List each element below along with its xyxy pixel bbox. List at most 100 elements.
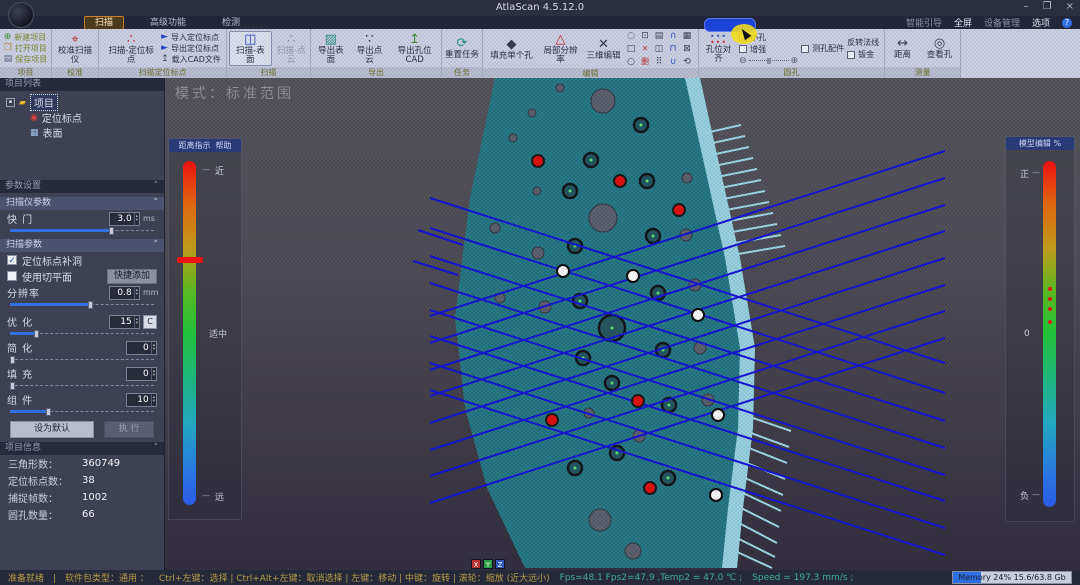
slider-thumb[interactable]	[46, 408, 51, 416]
mesh-tool-icon[interactable]: ▦	[681, 30, 694, 42]
edit-3d-button[interactable]: ✕三维编辑	[586, 38, 622, 61]
tree-collapse-icon[interactable]: ▪	[6, 98, 15, 107]
load-cad-button[interactable]: ↥载入CAD文件	[161, 55, 221, 65]
slider-thumb[interactable]	[109, 227, 114, 235]
refresh-button[interactable]: C	[143, 315, 157, 329]
tree-node-targets[interactable]: ◉ 定位标点	[30, 110, 164, 125]
scan-pointcloud-button[interactable]: ∴扫描-点云	[275, 33, 308, 65]
collapse-icon[interactable]: ˄	[154, 239, 159, 252]
simplify-slider[interactable]	[10, 356, 154, 364]
flip-tool-icon[interactable]: ◫	[653, 43, 666, 55]
execute-button[interactable]: 执 行	[104, 421, 154, 438]
spin-down-icon: ▾	[136, 322, 138, 326]
plane-tool-icon[interactable]: ▤	[653, 30, 666, 42]
open-project-button[interactable]: ❒打开项目	[4, 44, 48, 54]
axis-x-button[interactable]: X	[471, 559, 481, 569]
delete-text-icon[interactable]: 删	[639, 56, 652, 68]
distance-help-link[interactable]: 帮助	[216, 141, 232, 150]
project-icon: ▰	[19, 98, 26, 108]
menu-smart-guide[interactable]: 智能引导	[906, 16, 942, 29]
delete-selection-icon[interactable]: ✕	[639, 43, 652, 55]
menu-device-manager[interactable]: 设备管理	[984, 16, 1020, 29]
component-slider[interactable]	[10, 408, 154, 416]
tree-node-surface[interactable]: ▦ 表面	[30, 125, 164, 140]
local-resolution-button[interactable]: △局部分辨率	[539, 33, 583, 65]
axis-z-button[interactable]: Z	[495, 559, 505, 569]
cut-plane-checkbox[interactable]: 使用切平面 快捷添加	[0, 268, 164, 284]
lasso-select-icon[interactable]: ◌	[625, 30, 638, 42]
new-project-button[interactable]: ⊕新建项目	[4, 33, 48, 43]
bridge3-tool-icon[interactable]: ∪	[667, 56, 680, 68]
shutter-stepper[interactable]: 3.0 ▴▾	[109, 212, 140, 226]
hole-fitting-checkbox[interactable]: 测孔配件	[801, 43, 844, 54]
box-select-icon[interactable]: ⊡	[639, 30, 652, 42]
calibrate-scanner-button[interactable]: ⌖校准扫描仪	[54, 33, 96, 65]
resolution-stepper[interactable]: 0.8 ▴▾	[109, 286, 140, 300]
tab-scan[interactable]: 扫描	[84, 16, 124, 30]
clear-tool-icon[interactable]: ⊠	[681, 43, 694, 55]
axis-y-button[interactable]: Y	[483, 559, 493, 569]
sheet-metal-checkbox[interactable]: 钣金	[847, 49, 882, 60]
project-info-header[interactable]: 项目信息˄	[0, 442, 164, 455]
component-stepper[interactable]: 10 ▴▾	[126, 393, 157, 407]
shutter-slider[interactable]	[10, 227, 154, 235]
bridge2-tool-icon[interactable]: ⊓	[667, 43, 680, 55]
surface-hole	[509, 134, 517, 142]
export-pointcloud-button[interactable]: ∵导出点云	[352, 33, 388, 65]
scan-targets-button[interactable]: ∴扫描-定位标点	[104, 33, 158, 65]
export-targets-button[interactable]: ►导出定位标点	[161, 44, 221, 54]
reset-task-button[interactable]: ⟳重置任务	[444, 37, 480, 60]
slider-thumb[interactable]	[88, 301, 93, 309]
help-icon[interactable]: ?	[1062, 18, 1072, 28]
viewport-3d[interactable]: 模式：标准范围 距离指示 帮助 — 近 适中 — 远 模型编辑 % 正 — 0 …	[165, 78, 1080, 570]
save-project-button[interactable]: ▤保存项目	[4, 55, 48, 65]
tab-advanced[interactable]: 高级功能	[140, 17, 196, 29]
scan-params-header[interactable]: 扫描参数˄	[0, 239, 164, 252]
minimize-button[interactable]: –	[1024, 1, 1029, 13]
hole-align-button[interactable]: •••••• 孔位对齐	[701, 34, 736, 64]
menu-fullscreen[interactable]: 全屏	[954, 16, 972, 29]
minus-icon[interactable]: ⊖	[739, 56, 747, 66]
collapse-icon[interactable]: ˄	[154, 197, 159, 210]
bridge-tool-icon[interactable]: ∩	[667, 30, 680, 42]
scan-surface-button[interactable]: ◫扫描-表面	[229, 31, 272, 67]
menu-options[interactable]: 选项	[1032, 16, 1050, 29]
set-default-button[interactable]: 设为默认	[10, 421, 94, 438]
resolution-slider[interactable]	[10, 301, 154, 309]
fill-slider[interactable]	[10, 382, 154, 390]
rect-select-icon[interactable]: □	[625, 43, 638, 55]
quick-add-button[interactable]: 快捷添加	[107, 269, 157, 284]
slider-thumb[interactable]	[10, 356, 15, 364]
hole-size-slider[interactable]: ⊖ ⊕	[739, 56, 798, 66]
tree-node-project[interactable]: ▪ ▰ 项目	[6, 95, 164, 110]
params-header[interactable]: 参数设置˄	[0, 180, 164, 193]
tab-inspect[interactable]: 检测	[212, 17, 250, 29]
measure-distance-button[interactable]: ↔距离	[887, 37, 918, 60]
slider-thumb[interactable]	[34, 330, 39, 338]
view-holes-button[interactable]: ◎查看孔	[921, 37, 958, 60]
flip-normals-button[interactable]: 反转法线	[847, 37, 882, 48]
fill-stepper[interactable]: 0 ▴▾	[126, 367, 157, 381]
import-targets-button[interactable]: ►导入定位标点	[161, 33, 221, 43]
optimize-stepper[interactable]: 15 ▴▾	[109, 315, 140, 329]
close-button[interactable]: ×	[1066, 1, 1074, 13]
maximize-button[interactable]: ❐	[1043, 1, 1052, 13]
scanner-params-header[interactable]: 扫描仪参数˄	[0, 197, 164, 210]
red-target-marker	[632, 395, 644, 407]
slider-thumb[interactable]	[767, 58, 771, 64]
enhance-checkbox[interactable]: 增强	[739, 44, 798, 55]
plus-icon[interactable]: ⊕	[791, 56, 799, 66]
smooth-tool-icon[interactable]: ⠿	[653, 56, 666, 68]
circle-select-icon[interactable]: ○	[625, 56, 638, 68]
export-holes-cad-button[interactable]: ↥导出孔位CAD	[390, 33, 439, 65]
collapse-icon[interactable]: ˄	[154, 180, 159, 193]
slider-thumb[interactable]	[10, 382, 15, 390]
project-list-header[interactable]: 项目列表	[0, 78, 164, 91]
fill-single-hole-button[interactable]: ◆填充单个孔	[488, 38, 536, 61]
undo-tool-icon[interactable]: ⟲	[681, 56, 694, 68]
optimize-slider[interactable]	[10, 330, 154, 338]
collapse-icon[interactable]: ˄	[154, 442, 159, 455]
target-fill-checkbox[interactable]: ✓ 定位标点补洞	[0, 252, 164, 268]
export-surface-button[interactable]: ▨导出表面	[313, 33, 349, 65]
simplify-stepper[interactable]: 0 ▴▾	[126, 341, 157, 355]
